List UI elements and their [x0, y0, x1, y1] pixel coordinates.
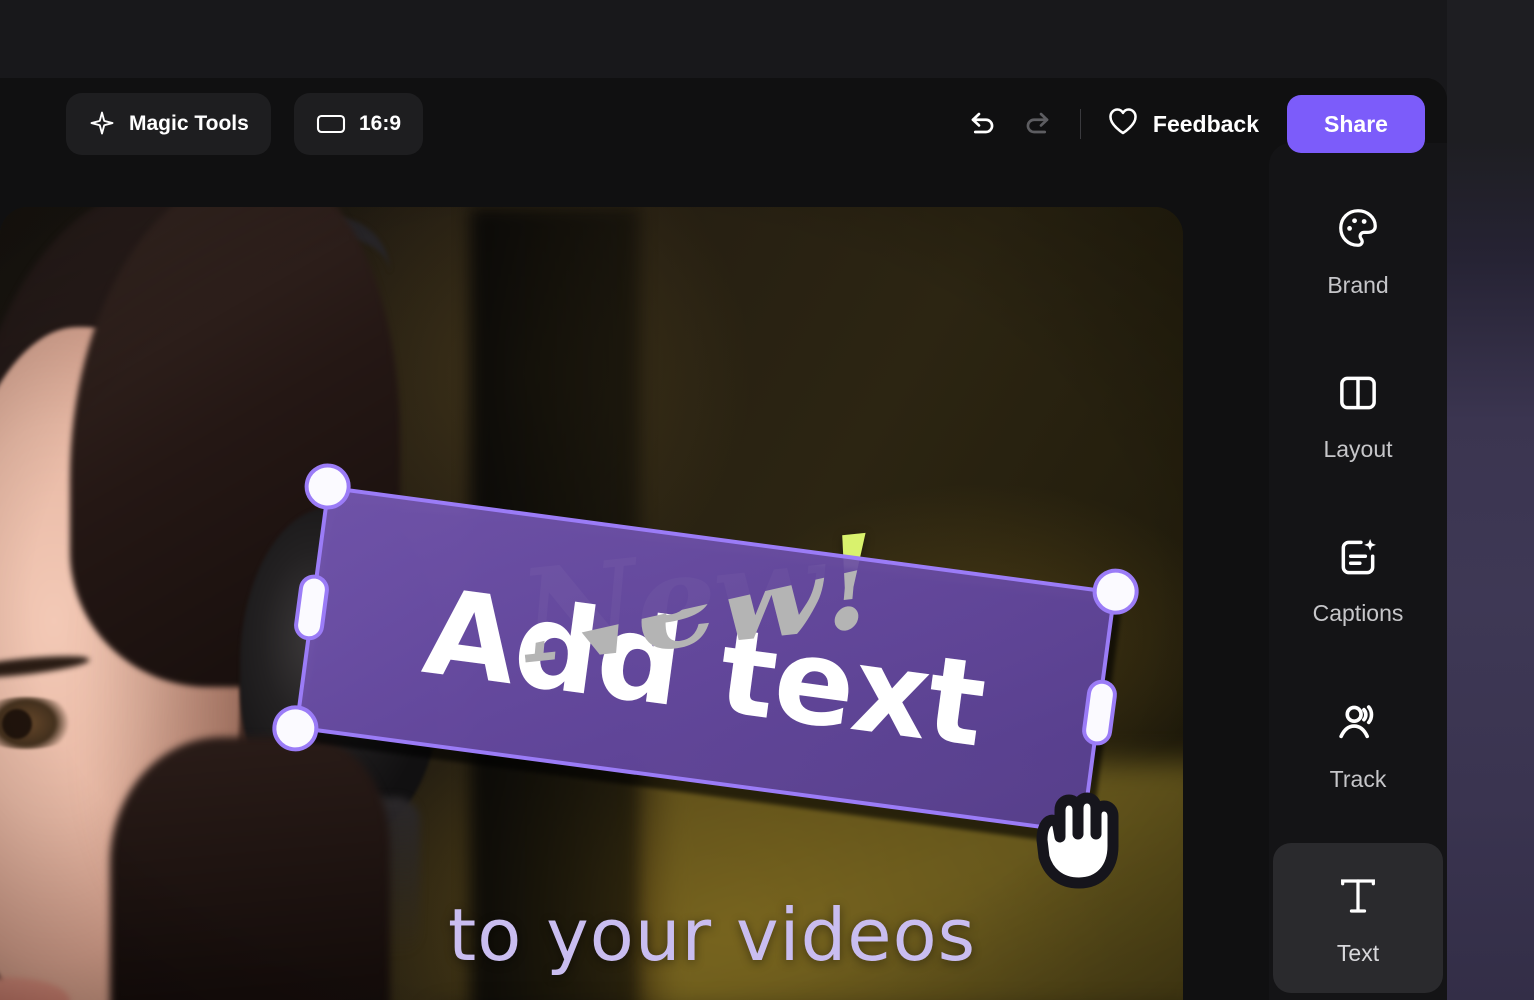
layout-icon: [1336, 371, 1380, 420]
magic-tools-label: Magic Tools: [129, 112, 249, 135]
redo-button[interactable]: [1010, 97, 1064, 151]
page-background: Magic Tools 16:9 Feedback Share to your …: [0, 0, 1534, 1000]
aspect-ratio-label: 16:9: [359, 112, 402, 135]
sparkle-icon: [88, 110, 116, 138]
palette-icon: [1335, 205, 1381, 256]
app-window: Magic Tools 16:9 Feedback Share to your …: [0, 78, 1447, 1000]
captions-icon: [1336, 535, 1380, 584]
top-toolbar: Magic Tools 16:9 Feedback Share: [0, 78, 1447, 207]
selected-text-label: Add text: [416, 562, 993, 774]
text-t-icon: [1335, 873, 1381, 924]
sidebar-item-label: Brand: [1327, 272, 1389, 298]
top-toolbar-right-group: Feedback Share: [956, 93, 1425, 155]
people-icon: [1335, 699, 1381, 750]
sidebar-item-text[interactable]: Text: [1273, 843, 1443, 993]
page-accent-gradient: [1447, 0, 1534, 1000]
toolbar-divider: [1079, 109, 1081, 139]
sidebar-item-captions[interactable]: Captions: [1273, 513, 1443, 645]
subject-hair-strands: [110, 737, 390, 1000]
feedback-label: Feedback: [1152, 110, 1259, 137]
sidebar-item-track[interactable]: Track: [1273, 677, 1443, 811]
share-button[interactable]: Share: [1287, 95, 1425, 153]
sidebar-item-label: Track: [1329, 766, 1387, 792]
share-label: Share: [1324, 110, 1388, 137]
feedback-button[interactable]: Feedback: [1097, 106, 1269, 142]
aspect-ratio-button[interactable]: 16:9: [294, 93, 424, 155]
frame-icon: [316, 112, 346, 136]
magic-tools-button[interactable]: Magic Tools: [66, 93, 271, 155]
subject-pupil: [2, 709, 32, 739]
sidebar-item-brand[interactable]: Brand: [1273, 183, 1443, 317]
sidebar-item-label: Layout: [1323, 436, 1393, 462]
redo-arrow-icon: [1021, 106, 1053, 143]
undo-button[interactable]: [956, 97, 1010, 151]
grabbing-hand-cursor: [1020, 782, 1140, 902]
video-canvas[interactable]: New! to your videos Add text New!: [0, 207, 1183, 1000]
sidebar-item-label: Text: [1336, 940, 1380, 966]
undo-arrow-icon: [967, 106, 999, 143]
sidebar-item-layout[interactable]: Layout: [1273, 349, 1443, 481]
canvas-subline[interactable]: to your videos: [448, 893, 976, 977]
sidebar-item-label: Captions: [1312, 600, 1404, 626]
heart-icon: [1107, 106, 1139, 142]
right-sidebar: Brand Layout Captions Track Text: [1269, 143, 1447, 1000]
